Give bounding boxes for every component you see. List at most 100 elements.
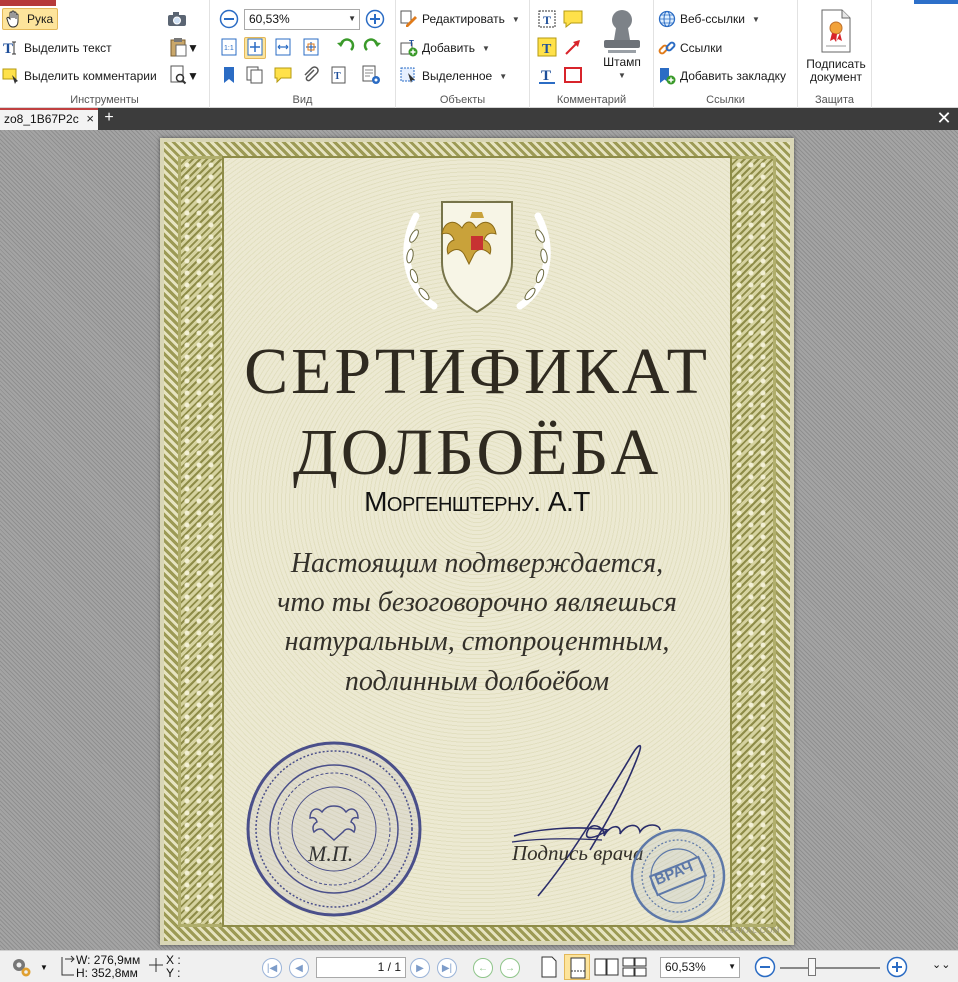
certificate-title-line1: СЕРТИФИКАТ bbox=[244, 335, 710, 408]
status-zoom-select[interactable]: 60,53% ▼ bbox=[660, 957, 740, 978]
strikeout-button[interactable]: T bbox=[536, 65, 558, 87]
comments-panel-button[interactable] bbox=[272, 65, 294, 87]
minus-circle-icon bbox=[219, 9, 239, 32]
tab-close-icon[interactable]: × bbox=[86, 111, 94, 126]
seal-label: М.П. bbox=[308, 841, 354, 866]
status-zoom-out-button[interactable] bbox=[754, 956, 776, 981]
document-viewport[interactable]: СЕРТИФИКАТ ДОЛБОЁБА Моргенштерну. А.Т На… bbox=[0, 130, 958, 950]
certificate-body-line: подлинным долбоёбом bbox=[344, 666, 610, 697]
previous-page-button[interactable]: ◀ bbox=[289, 958, 309, 978]
settings-menu-button[interactable]: ▼ bbox=[10, 956, 48, 981]
edit-button[interactable]: Редактировать ▼ bbox=[400, 8, 520, 30]
fit-page-button[interactable] bbox=[244, 37, 266, 59]
page-text-icon: T bbox=[330, 66, 348, 87]
rotate-left-button[interactable] bbox=[334, 37, 356, 59]
add-bookmark-button[interactable]: Добавить закладку bbox=[658, 65, 786, 87]
selected-button[interactable]: Выделенное ▼ bbox=[400, 65, 507, 87]
clipboard-icon bbox=[169, 37, 187, 60]
rotate-right-icon bbox=[363, 37, 383, 59]
note-button[interactable] bbox=[562, 9, 584, 31]
certificate-body-line: натуральным, стопроцентным, bbox=[284, 626, 670, 657]
first-page-button[interactable]: |◀ bbox=[262, 958, 282, 978]
select-object-icon bbox=[400, 67, 418, 85]
last-page-button[interactable]: ▶| bbox=[437, 958, 457, 978]
snapshot-button[interactable] bbox=[166, 9, 188, 31]
certificate-icon bbox=[802, 8, 870, 58]
clipboard-button[interactable]: ▼ bbox=[166, 37, 202, 59]
page-text-button[interactable]: T bbox=[328, 65, 350, 87]
plus-circle-icon bbox=[886, 956, 908, 981]
fit-width-button[interactable] bbox=[272, 37, 294, 59]
continuous-page-icon bbox=[569, 957, 587, 982]
select-text-label: Выделить текст bbox=[24, 41, 112, 55]
forward-button[interactable]: → bbox=[500, 958, 520, 978]
stamp-label: Штамп bbox=[603, 55, 641, 69]
edit-icon bbox=[400, 10, 418, 28]
expand-statusbar-icon[interactable]: ⌄⌄ bbox=[932, 958, 950, 971]
group-label-view: Вид bbox=[292, 94, 313, 106]
document-page: СЕРТИФИКАТ ДОЛБОЁБА Моргенштерну. А.Т На… bbox=[160, 138, 794, 945]
rectangle-button[interactable] bbox=[562, 65, 584, 87]
actual-size-button[interactable]: 1:1 bbox=[218, 37, 240, 59]
find-button[interactable]: ▼ bbox=[166, 65, 202, 87]
chevron-down-icon: ▼ bbox=[482, 43, 490, 53]
attachments-button[interactable] bbox=[300, 65, 322, 87]
zoom-in-button[interactable] bbox=[364, 9, 386, 31]
facing-view-button[interactable] bbox=[594, 957, 620, 980]
continuous-view-button[interactable] bbox=[564, 954, 590, 980]
zoom-select[interactable]: 60,53% ▼ bbox=[244, 9, 360, 30]
select-comments-label: Выделить комментарии bbox=[24, 69, 157, 83]
cursor-y-readout: Y : bbox=[166, 966, 181, 980]
close-all-icon[interactable]: ✕ bbox=[934, 109, 954, 129]
web-links-label: Веб-ссылки bbox=[680, 12, 745, 26]
hand-tool-button[interactable]: Рука bbox=[2, 8, 59, 30]
arrow-button[interactable] bbox=[562, 37, 584, 59]
chevron-down-icon: ▼ bbox=[40, 963, 48, 972]
zoom-slider-thumb[interactable] bbox=[808, 958, 816, 976]
highlight-button[interactable]: T bbox=[536, 37, 558, 59]
text-box-icon: T bbox=[537, 9, 557, 32]
select-text-button[interactable]: T Выделить текст bbox=[2, 37, 112, 59]
svg-text:T: T bbox=[543, 13, 551, 27]
single-page-view-button[interactable] bbox=[540, 956, 558, 981]
sign-document-button[interactable]: Подписать документ bbox=[802, 8, 870, 84]
svg-text:T: T bbox=[541, 68, 551, 84]
stamp-button[interactable]: Штамп ▼ bbox=[594, 8, 650, 82]
globe-icon bbox=[658, 10, 676, 28]
fit-page-icon bbox=[247, 38, 263, 59]
document-properties-button[interactable] bbox=[360, 65, 382, 87]
new-tab-icon[interactable]: + bbox=[101, 110, 117, 127]
svg-text:T: T bbox=[334, 71, 341, 82]
chevron-down-icon: ▼ bbox=[187, 69, 199, 83]
document-tab[interactable]: zo8_1B67P2c × bbox=[0, 108, 98, 130]
bookmark-button[interactable] bbox=[218, 65, 240, 87]
next-page-icon: ▶ bbox=[416, 962, 424, 974]
text-cursor-icon: T bbox=[2, 39, 20, 57]
continuous-facing-view-button[interactable] bbox=[622, 957, 648, 980]
round-seal bbox=[246, 741, 422, 917]
camera-icon bbox=[167, 11, 187, 30]
chevron-down-icon: ▼ bbox=[187, 41, 199, 55]
zoom-slider-track[interactable] bbox=[780, 967, 880, 969]
first-page-icon: |◀ bbox=[266, 962, 278, 974]
fit-visible-button[interactable] bbox=[300, 37, 322, 59]
page-width-readout: W: 276,9мм bbox=[76, 953, 141, 967]
next-page-button[interactable]: ▶ bbox=[410, 958, 430, 978]
underline-text-icon: T bbox=[537, 65, 557, 88]
edit-label: Редактировать bbox=[422, 12, 505, 26]
pages-panel-button[interactable] bbox=[244, 65, 266, 87]
rotate-right-button[interactable] bbox=[362, 37, 384, 59]
add-button[interactable]: T Добавить ▼ bbox=[400, 37, 490, 59]
status-zoom-in-button[interactable] bbox=[886, 956, 908, 981]
chevron-down-icon: ▼ bbox=[728, 962, 736, 971]
text-box-button[interactable]: T bbox=[536, 9, 558, 31]
paperclip-icon bbox=[302, 65, 320, 87]
single-page-icon bbox=[540, 956, 558, 981]
page-number-input[interactable]: 1 / 1 bbox=[316, 957, 406, 978]
back-button[interactable]: ← bbox=[473, 958, 493, 978]
web-links-button[interactable]: Веб-ссылки ▼ bbox=[658, 8, 760, 30]
links-button[interactable]: Ссылки bbox=[658, 37, 722, 59]
select-comments-button[interactable]: Выделить комментарии bbox=[2, 65, 157, 87]
fit-width-icon bbox=[275, 38, 291, 59]
zoom-out-button[interactable] bbox=[218, 9, 240, 31]
